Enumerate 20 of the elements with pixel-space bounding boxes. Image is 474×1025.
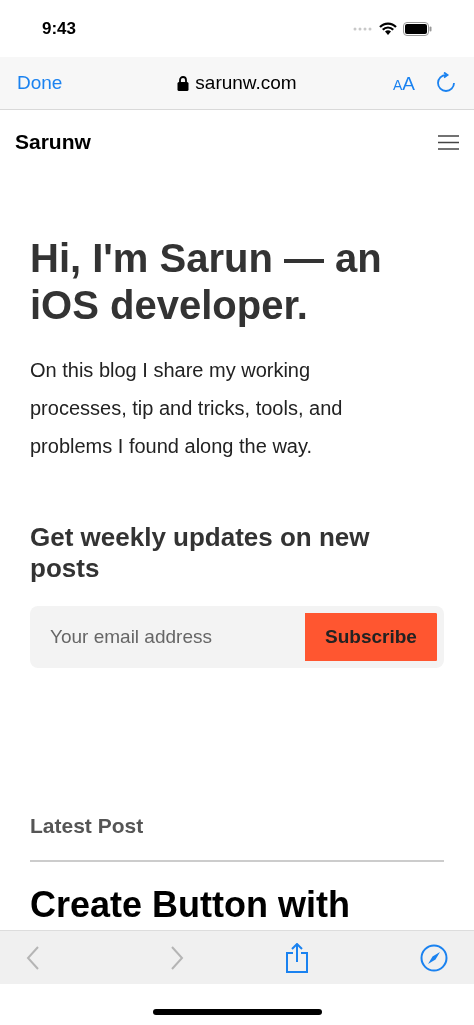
share-icon[interactable] <box>285 942 310 973</box>
wifi-icon <box>379 22 397 35</box>
post-title[interactable]: Create Button with <box>30 887 444 922</box>
done-button[interactable]: Done <box>17 68 127 98</box>
menu-icon[interactable] <box>438 134 459 150</box>
text-size-button[interactable]: AA <box>392 73 415 93</box>
battery-icon <box>403 21 432 36</box>
email-field[interactable]: Your email address <box>30 606 305 668</box>
reload-icon[interactable] <box>435 72 457 94</box>
hero-title: Hi, I'm Sarun — an iOS developer. <box>30 235 383 329</box>
intro-text: On this blog I share my working processes, tip and tricks, tools, and problems I found along the way. <box>30 358 344 459</box>
newsletter-heading: Get weekly updates on new posts <box>30 522 371 584</box>
subscribe-button[interactable]: Subscribe <box>305 606 444 668</box>
section-label: Latest Post <box>30 813 145 839</box>
status-time: 9:43 <box>42 17 77 40</box>
site-title[interactable]: Sarunw <box>15 126 91 158</box>
lock-icon <box>177 75 190 91</box>
signal-icon <box>353 26 373 31</box>
compass-icon[interactable] <box>419 943 448 972</box>
address-field[interactable]: sarunw.com <box>127 68 347 98</box>
